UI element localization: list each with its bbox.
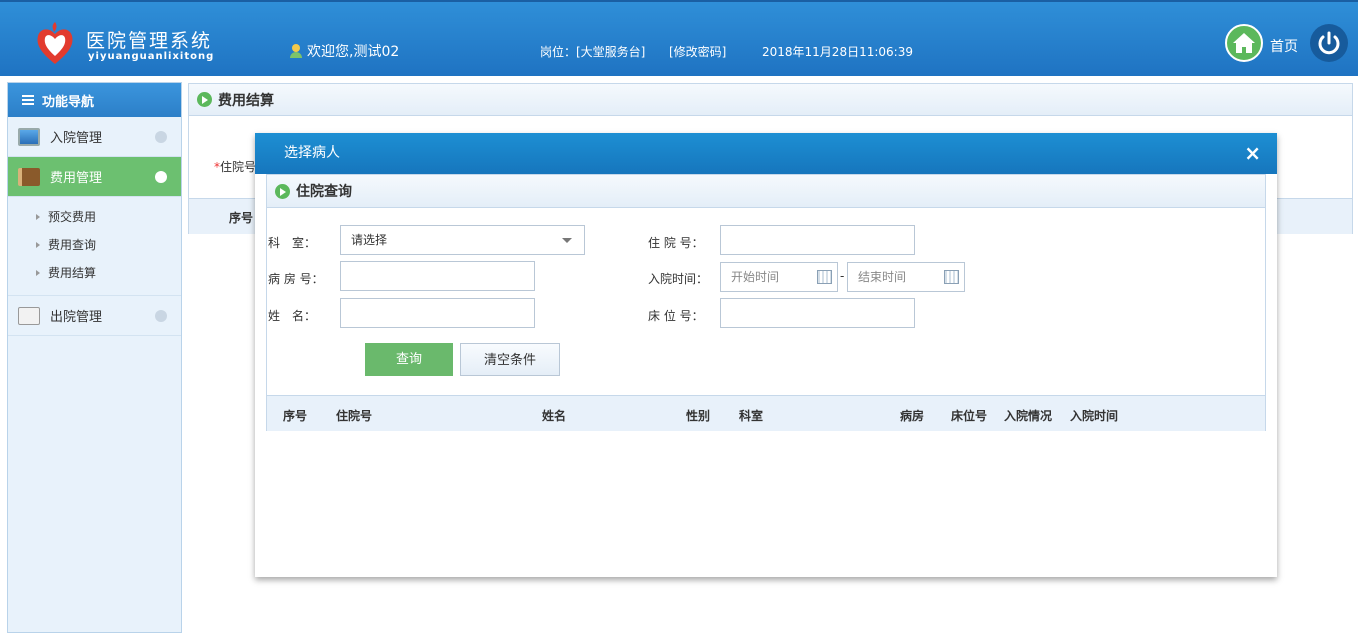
welcome-text: 欢迎您,测试02 — [290, 41, 399, 61]
column-header: 床位号 — [951, 409, 988, 423]
close-icon[interactable]: × — [1244, 133, 1261, 174]
placeholder: 开始时间 — [731, 270, 780, 284]
sidebar-item-discharge[interactable]: 出院管理 — [8, 296, 181, 336]
column-header: 姓名 — [542, 409, 567, 423]
inpatient-number-label: *住院号 — [214, 158, 256, 175]
power-icon — [1318, 31, 1340, 55]
submenu-settlement[interactable]: 费用结算 — [8, 259, 181, 287]
sidebar-title: 功能导航 — [42, 94, 95, 110]
change-password-link[interactable]: [修改密码] — [669, 43, 726, 60]
dialog-header: 选择病人 × — [255, 133, 1277, 174]
chevron-right-icon — [155, 310, 167, 322]
column-header: 序号 — [283, 409, 308, 423]
sidebar-header: 功能导航 — [8, 83, 181, 117]
mail-icon — [18, 306, 40, 325]
result-table-header: 序号 住院号 姓名 性别 科室 病房 床位号 入院情况 入院时间 — [267, 395, 1265, 431]
placeholder: 结束时间 — [858, 270, 907, 284]
end-date-input[interactable]: 结束时间 — [847, 262, 965, 292]
hospital-logo-icon — [37, 22, 73, 64]
chevron-down-icon — [155, 171, 167, 183]
panel-title: 住院查询 — [296, 184, 352, 200]
submenu-label: 费用结算 — [48, 266, 97, 280]
dialog-title: 选择病人 — [284, 145, 340, 161]
query-button[interactable]: 查询 — [365, 343, 453, 376]
dept-select[interactable]: 请选择 — [340, 225, 585, 255]
welcome-label: 欢迎您,测试02 — [307, 44, 400, 60]
current-datetime: 2018年11月28日11:06:39 — [762, 45, 913, 59]
inpatient-number-input[interactable] — [720, 225, 915, 255]
billing-submenu: 预交费用 费用查询 费用结算 — [8, 197, 181, 296]
play-icon — [275, 183, 290, 199]
dept-label: 科 室： — [268, 236, 317, 250]
monitor-icon — [18, 127, 40, 146]
name-label: 姓 名： — [268, 309, 317, 323]
panel-title: 费用结算 — [218, 92, 274, 109]
sidebar: 功能导航 入院管理 费用管理 预交费用 费用查询 费用结算 出院管理 — [7, 82, 182, 633]
chevron-down-icon — [562, 238, 572, 243]
sidebar-item-label: 费用管理 — [50, 171, 103, 186]
select-value: 请选择 — [351, 233, 388, 247]
play-icon — [197, 92, 212, 107]
app-subtitle: yiyuanguanlixitong — [88, 51, 215, 62]
label-text: 住院号 — [220, 160, 257, 174]
ward-input[interactable] — [340, 261, 535, 291]
ward-label: 病 房 号： — [268, 272, 324, 286]
column-header: 序号 — [229, 211, 254, 225]
submenu-query[interactable]: 费用查询 — [8, 231, 181, 259]
logout-button[interactable] — [1310, 24, 1348, 62]
column-header: 科室 — [739, 409, 764, 423]
admit-time-label: 入院时间： — [648, 272, 709, 286]
name-input[interactable] — [340, 298, 535, 328]
calendar-icon[interactable] — [944, 270, 959, 284]
sidebar-item-billing[interactable]: 费用管理 — [8, 157, 181, 197]
app-title: 医院管理系统 — [86, 30, 213, 52]
column-header: 入院时间 — [1070, 409, 1119, 423]
start-date-input[interactable]: 开始时间 — [720, 262, 838, 292]
bed-input[interactable] — [720, 298, 915, 328]
list-icon — [22, 95, 34, 105]
home-icon — [1233, 33, 1255, 53]
book-icon — [18, 167, 40, 186]
submenu-label: 费用查询 — [48, 238, 97, 252]
chevron-right-icon — [155, 131, 167, 143]
user-icon — [290, 44, 302, 58]
clear-button[interactable]: 清空条件 — [460, 343, 560, 376]
select-patient-dialog: 选择病人 × 住院查询 科 室： 请选择 住 院 号： 病 房 号： 入院时间：… — [255, 133, 1277, 577]
inpatient-number-label: 住 院 号： — [648, 236, 704, 250]
submenu-prepay[interactable]: 预交费用 — [8, 203, 181, 231]
sidebar-item-label: 出院管理 — [50, 310, 103, 325]
bed-label: 床 位 号： — [648, 309, 704, 323]
panel-header: 住院查询 — [267, 175, 1265, 208]
date-separator: - — [840, 269, 845, 283]
home-label[interactable]: 首页 — [1270, 36, 1298, 56]
column-header: 病房 — [900, 409, 925, 423]
column-header: 住院号 — [336, 409, 373, 423]
inpatient-query-panel: 住院查询 科 室： 请选择 住 院 号： 病 房 号： 入院时间： 开始时间 -… — [266, 174, 1266, 431]
column-header: 入院情况 — [1004, 409, 1053, 423]
panel-header: 费用结算 — [189, 84, 1352, 116]
sidebar-item-label: 入院管理 — [50, 131, 103, 146]
home-button[interactable] — [1225, 24, 1263, 62]
top-header: 医院管理系统 yiyuanguanlixitong 欢迎您,测试02 岗位：[大… — [0, 0, 1358, 76]
calendar-icon[interactable] — [817, 270, 832, 284]
column-header: 性别 — [686, 409, 711, 423]
submenu-label: 预交费用 — [48, 210, 97, 224]
sidebar-item-admission[interactable]: 入院管理 — [8, 117, 181, 157]
post-label: 岗位：[大堂服务台] — [540, 45, 646, 59]
